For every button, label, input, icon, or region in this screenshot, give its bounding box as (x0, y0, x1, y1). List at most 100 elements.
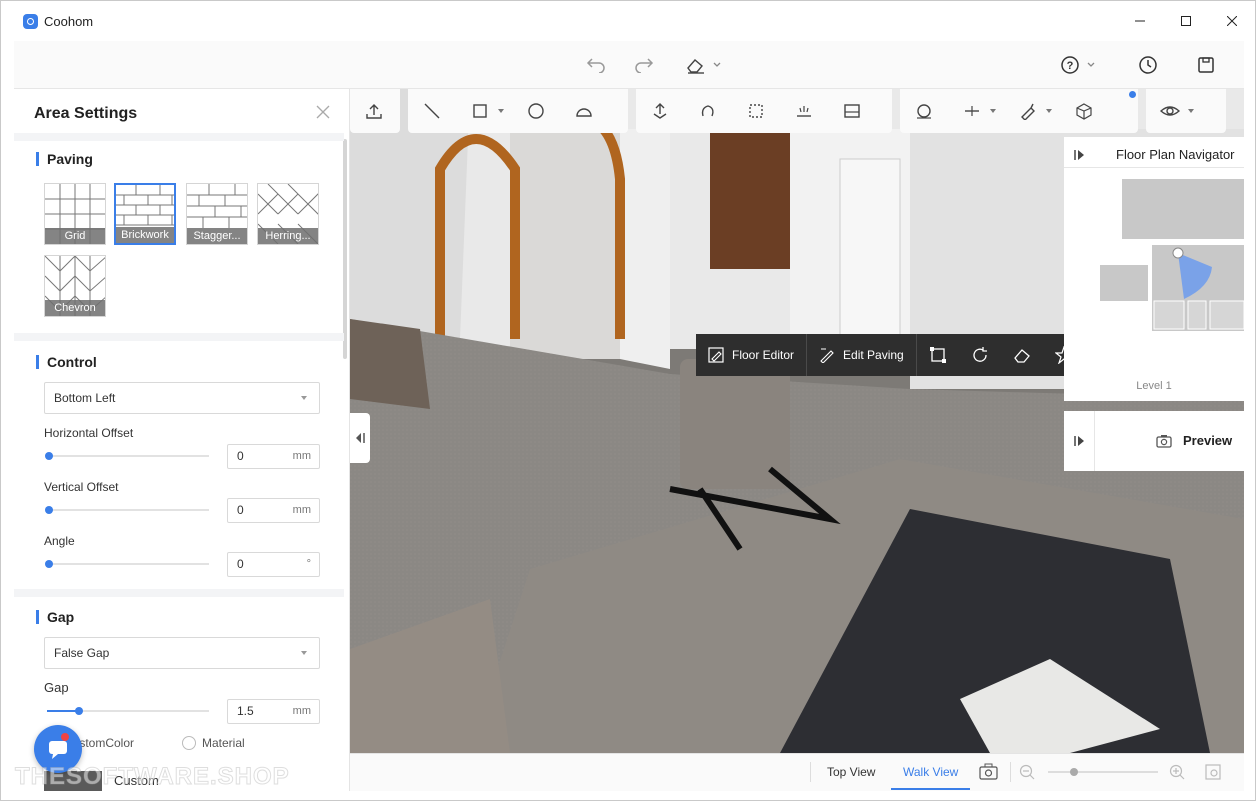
slider-knob[interactable] (75, 707, 83, 715)
zoom-out-icon[interactable] (1019, 764, 1035, 780)
floor-plan-navigator: Floor Plan Navigator Level 1 (1064, 137, 1244, 401)
slider-knob[interactable] (45, 560, 53, 568)
close-window-button[interactable] (1209, 1, 1255, 41)
circle-tool[interactable] (525, 100, 547, 122)
measure-tool[interactable] (913, 100, 935, 122)
watermark-text: THESOFTWARE.SHOP (15, 763, 290, 791)
top-view-tab[interactable]: Top View (815, 754, 887, 790)
light-tool[interactable] (793, 100, 815, 122)
caret-down-icon[interactable] (990, 109, 996, 113)
zoom-in-icon[interactable] (1169, 764, 1185, 780)
save-icon (1198, 57, 1214, 73)
push-pull-icon (653, 103, 667, 119)
pattern-stagger[interactable]: Stagger... (186, 183, 248, 245)
fit-view-icon[interactable] (1205, 764, 1221, 780)
slider-knob[interactable] (1070, 768, 1078, 776)
pattern-brickwork[interactable]: Brickwork (114, 183, 176, 245)
edit-paving-button[interactable]: Edit Paving (807, 334, 917, 376)
gap-section-title: Gap (36, 610, 74, 624)
horizontal-offset-slider[interactable] (45, 452, 209, 460)
control-section-title: Control (36, 355, 97, 369)
line-tool[interactable] (421, 100, 443, 122)
view-switcher-bar: Top View Walk View (350, 753, 1244, 791)
coohom-logo-icon (23, 13, 38, 29)
walk-view-tab[interactable]: Walk View (891, 754, 971, 790)
zoom-slider[interactable] (1048, 768, 1158, 776)
maximize-button[interactable] (1163, 1, 1209, 41)
align-tool[interactable] (961, 100, 983, 122)
collapse-panel-tab[interactable] (350, 413, 370, 463)
floor-editor-button[interactable]: Floor Editor (696, 334, 808, 376)
pattern-label: Stagger... (187, 228, 247, 244)
eraser-dropdown[interactable] (684, 53, 724, 77)
vertical-offset-value: 0 (237, 503, 244, 517)
angle-slider[interactable] (45, 560, 209, 568)
save-button[interactable] (1194, 53, 1218, 77)
rotate-tool[interactable] (697, 100, 719, 122)
upload-button[interactable] (363, 100, 385, 122)
section-divider (14, 333, 344, 341)
slider-knob[interactable] (45, 452, 53, 460)
rectangle-tool[interactable] (469, 100, 491, 122)
select-area-tool[interactable] (745, 100, 767, 122)
anchor-select-value: Bottom Left (54, 391, 116, 405)
snapshot-icon[interactable] (979, 763, 999, 781)
preview-button[interactable]: Preview (1183, 433, 1232, 448)
close-icon (1227, 16, 1237, 26)
material-radio[interactable] (182, 736, 196, 750)
erase-button[interactable] (1001, 334, 1043, 376)
cabinet-icon (844, 104, 860, 118)
help-icon: ? (1061, 56, 1095, 74)
visibility-button[interactable] (1159, 100, 1181, 122)
undo-button[interactable] (584, 53, 608, 77)
gap-type-select[interactable]: False Gap (44, 637, 320, 669)
modify-tool-group (636, 89, 892, 133)
cabinet-tool[interactable] (841, 100, 863, 122)
maximize-icon (1181, 16, 1191, 26)
pattern-chevron[interactable]: Chevron (44, 255, 106, 317)
pattern-grid[interactable]: Grid (44, 183, 106, 245)
level-label: Level 1 (1136, 380, 1172, 392)
caret-down-icon[interactable] (1046, 109, 1052, 113)
undo-icon (586, 58, 605, 73)
minimize-button[interactable] (1117, 1, 1163, 41)
vertical-offset-slider[interactable] (45, 506, 209, 514)
app-window: Coohom ? Area Settings Paving Grid Brick… (0, 0, 1256, 801)
panel-scrollbar[interactable] (343, 139, 347, 359)
help-dropdown[interactable]: ? (1059, 53, 1099, 77)
anchor-select[interactable]: Bottom Left (44, 382, 320, 414)
caret-down-icon (301, 651, 307, 655)
3d-viewport[interactable]: Floor Editor Edit Paving Floor Plan Navi… (350, 89, 1244, 753)
minimize-icon (1135, 20, 1145, 22)
pattern-herringbone[interactable]: Herring... (257, 183, 319, 245)
collapse-right-icon[interactable] (1074, 149, 1086, 161)
align-icon (965, 106, 979, 116)
caret-down-icon[interactable] (1188, 109, 1194, 113)
redo-button[interactable] (632, 53, 656, 77)
upload-tool-group (350, 89, 400, 133)
horizontal-offset-input[interactable]: 0 mm (227, 444, 320, 469)
caret-down-icon[interactable] (498, 109, 504, 113)
material-label: Material (202, 736, 245, 750)
slider-knob[interactable] (45, 506, 53, 514)
model-tool[interactable] (1073, 100, 1095, 122)
collapse-right-icon[interactable] (1074, 435, 1086, 447)
pattern-label: Grid (45, 228, 105, 244)
area-settings-panel: Area Settings Paving Grid Brickwork Stag… (14, 89, 350, 791)
push-pull-tool[interactable] (649, 100, 671, 122)
transform-button[interactable] (917, 334, 959, 376)
rotate-icon (701, 105, 714, 117)
floor-plan-map[interactable] (1064, 171, 1244, 341)
angle-input[interactable]: 0 ° (227, 552, 320, 577)
edit-paving-icon (820, 348, 834, 363)
rotate-button[interactable] (959, 334, 1001, 376)
paint-tool[interactable] (1017, 100, 1039, 122)
panel-close-button[interactable] (316, 105, 332, 121)
gap-slider[interactable] (47, 707, 209, 715)
vertical-offset-input[interactable]: 0 mm (227, 498, 320, 523)
arc-tool[interactable] (573, 100, 595, 122)
history-button[interactable] (1136, 53, 1160, 77)
visibility-tool-group (1146, 89, 1226, 133)
gap-input[interactable]: 1.5 mm (227, 699, 320, 724)
divider (1064, 167, 1244, 168)
